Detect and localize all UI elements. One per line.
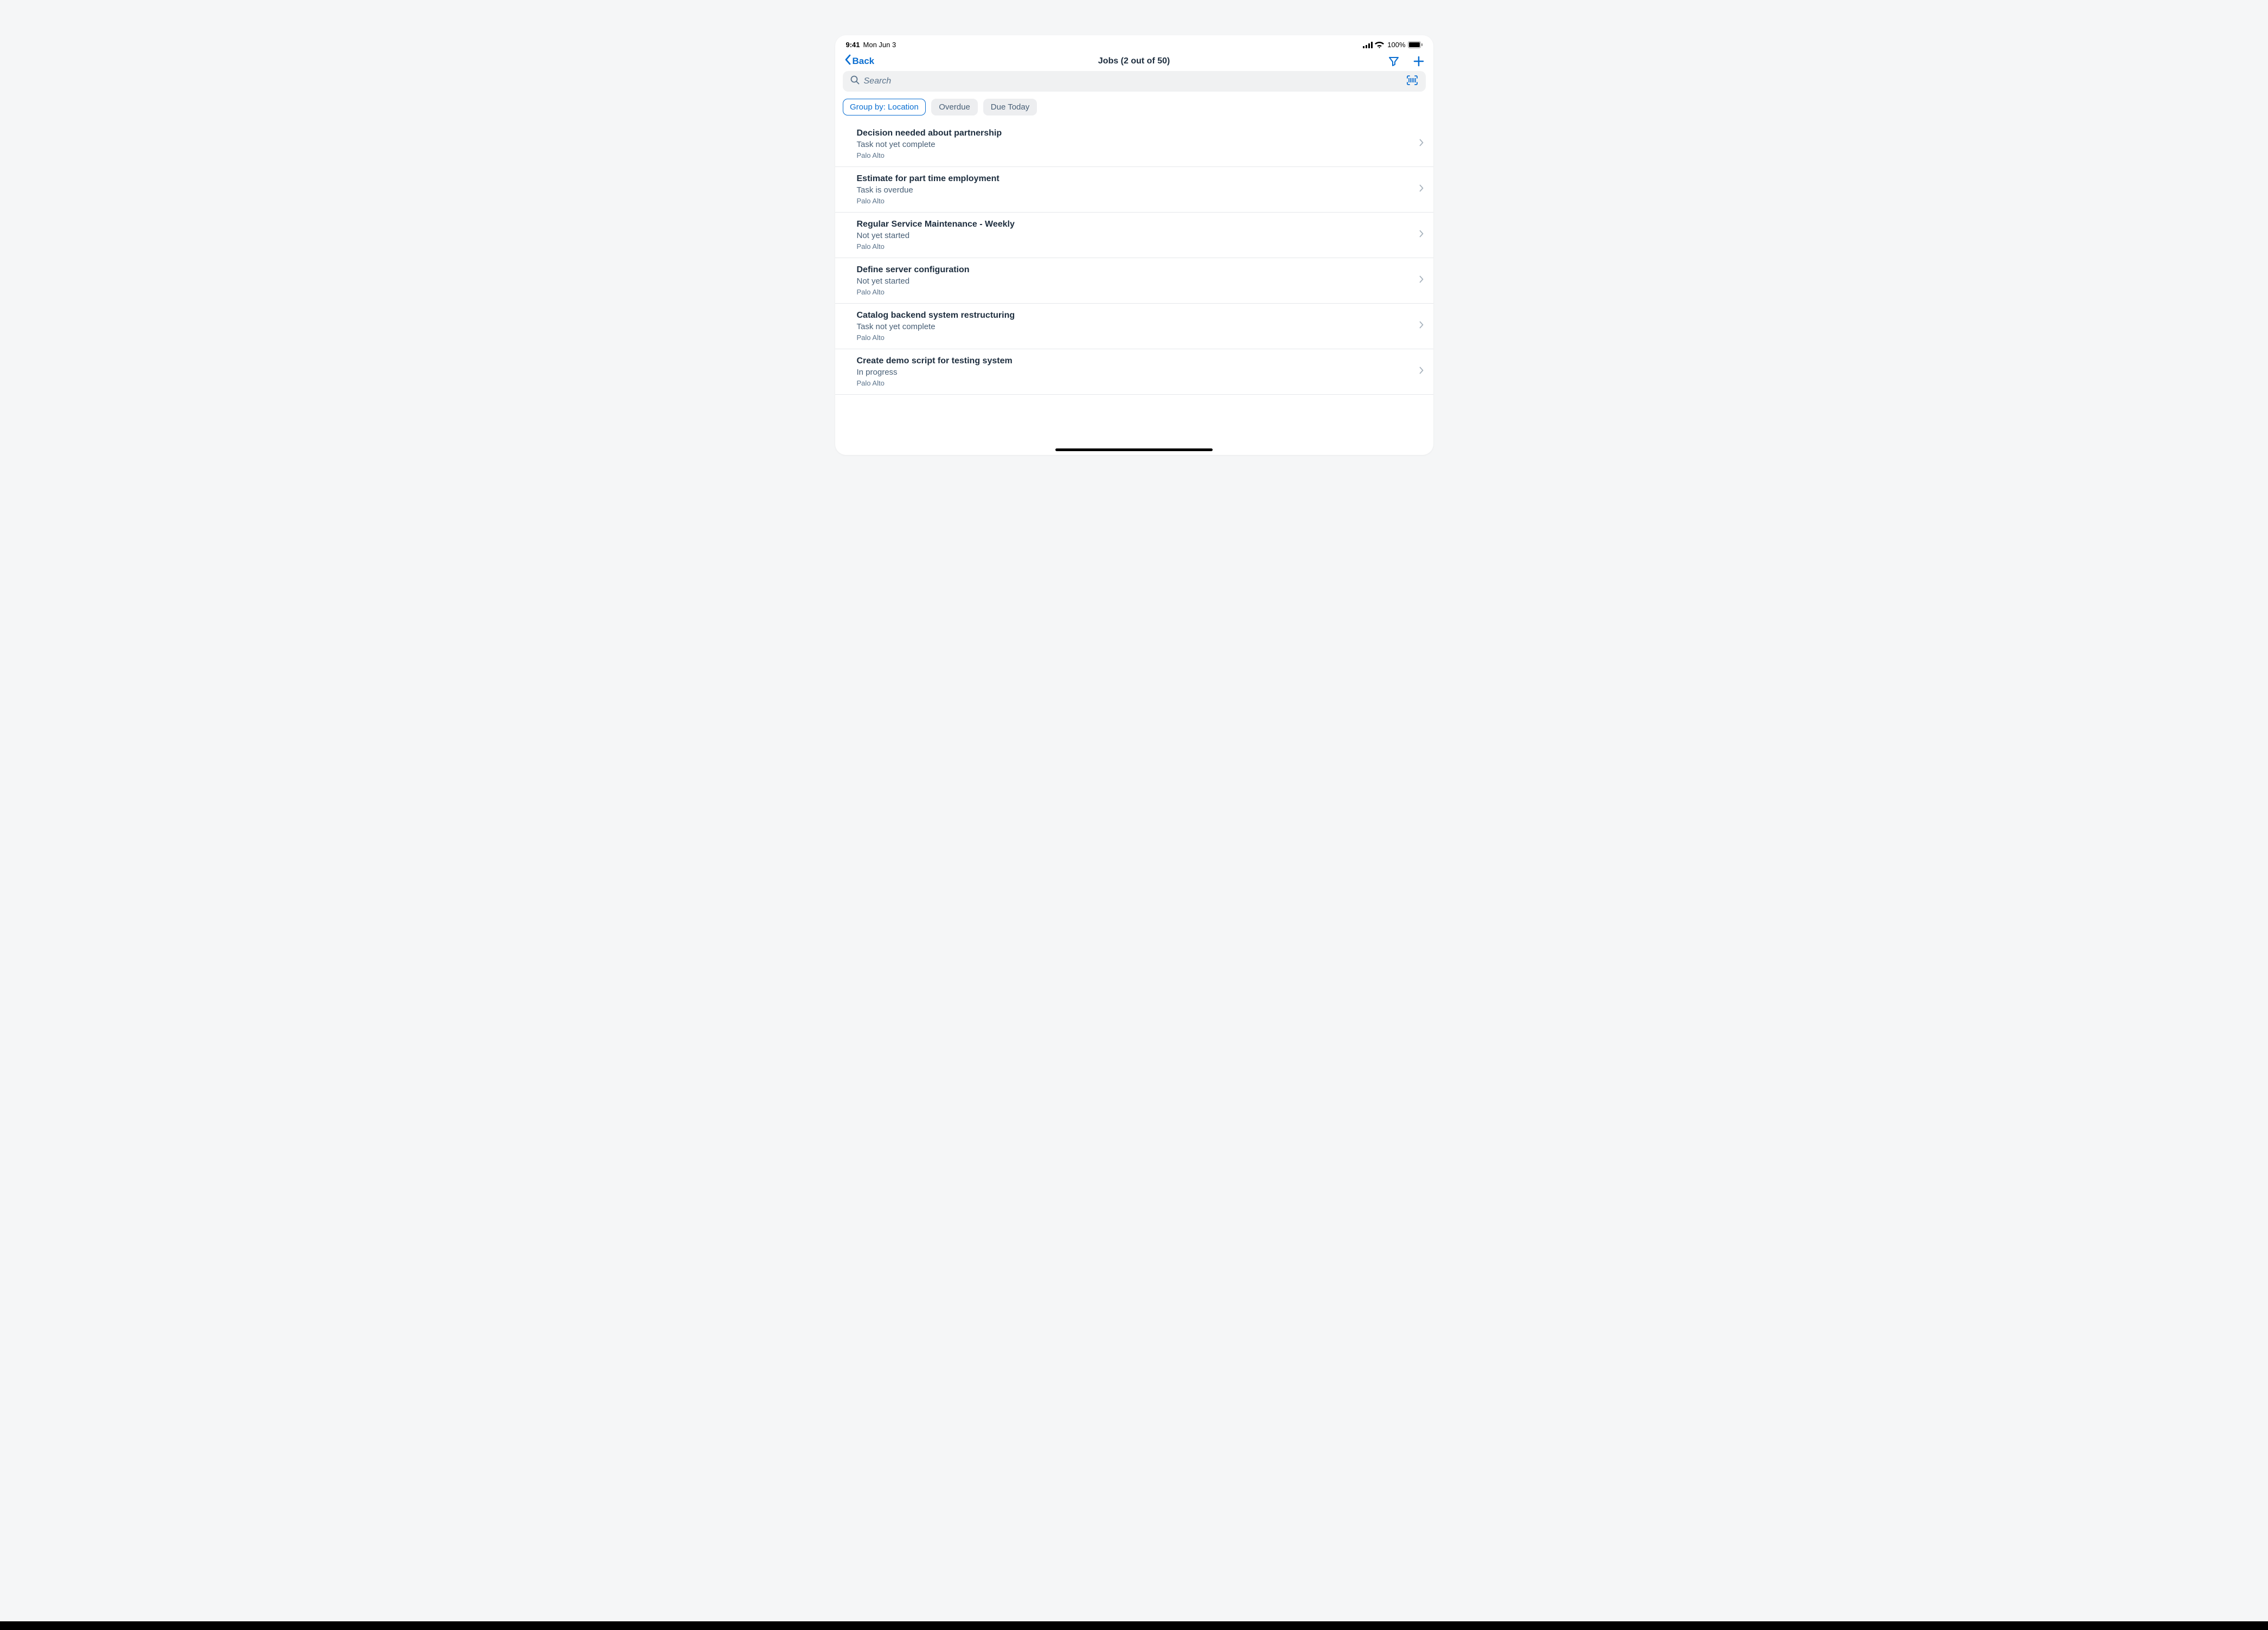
chevron-right-icon [1419, 321, 1424, 331]
chevron-left-icon [844, 54, 851, 68]
job-title: Create demo script for testing system [857, 356, 1013, 366]
list-item-content: Create demo script for testing system In… [857, 356, 1013, 387]
back-label: Back [853, 56, 875, 67]
barcode-scan-button[interactable] [1406, 75, 1418, 88]
list-item[interactable]: Define server configuration Not yet star… [835, 258, 1433, 304]
chip-group-by-location[interactable]: Group by: Location [843, 99, 926, 115]
job-location: Palo Alto [857, 379, 1013, 387]
chevron-right-icon [1419, 367, 1424, 377]
job-status: Task not yet complete [857, 322, 1015, 331]
list-item[interactable]: Catalog backend system restructuring Tas… [835, 304, 1433, 349]
battery-icon [1408, 41, 1423, 48]
job-location: Palo Alto [857, 151, 1002, 159]
device-frame: 9:41 Mon Jun 3 100% Back Jobs (2 out of … [835, 35, 1433, 455]
job-location: Palo Alto [857, 242, 1015, 251]
job-title: Define server configuration [857, 265, 970, 275]
status-bar-left: 9:41 Mon Jun 3 [846, 41, 896, 49]
home-indicator[interactable] [1055, 448, 1213, 451]
job-title: Regular Service Maintenance - Weekly [857, 220, 1015, 229]
job-status: Not yet started [857, 231, 1015, 240]
job-title: Catalog backend system restructuring [857, 311, 1015, 320]
list-item[interactable]: Create demo script for testing system In… [835, 349, 1433, 395]
chevron-right-icon [1419, 139, 1424, 149]
status-time: 9:41 [846, 41, 860, 49]
cellular-signal-icon [1363, 42, 1373, 48]
job-status: In progress [857, 368, 1013, 377]
nav-bar: Back Jobs (2 out of 50) [835, 52, 1433, 71]
job-title: Estimate for part time employment [857, 174, 1000, 184]
status-bar-right: 100% [1363, 41, 1422, 49]
add-button[interactable] [1413, 55, 1425, 67]
list-item-content: Regular Service Maintenance - Weekly Not… [857, 220, 1015, 251]
search-input[interactable] [864, 76, 1402, 86]
search-wrapper [835, 71, 1433, 92]
list-item-content: Estimate for part time employment Task i… [857, 174, 1000, 205]
job-title: Decision needed about partnership [857, 129, 1002, 138]
list-item-content: Define server configuration Not yet star… [857, 265, 970, 296]
list-item[interactable]: Estimate for part time employment Task i… [835, 167, 1433, 213]
barcode-icon [1406, 75, 1418, 86]
chevron-right-icon [1419, 184, 1424, 195]
filter-button[interactable] [1388, 55, 1400, 67]
search-icon [850, 75, 860, 87]
chevron-right-icon [1419, 230, 1424, 240]
job-location: Palo Alto [857, 197, 1000, 205]
job-status: Task is overdue [857, 185, 1000, 195]
status-bar: 9:41 Mon Jun 3 100% [835, 35, 1433, 52]
jobs-list: Decision needed about partnership Task n… [835, 120, 1433, 395]
back-button[interactable]: Back [844, 54, 920, 68]
plus-icon [1413, 56, 1424, 67]
list-item-content: Decision needed about partnership Task n… [857, 129, 1002, 159]
chip-due-today[interactable]: Due Today [983, 99, 1037, 115]
status-date: Mon Jun 3 [863, 41, 896, 49]
battery-percent: 100% [1387, 41, 1405, 49]
search-bar[interactable] [843, 71, 1426, 92]
filter-chips-row: Group by: Location Overdue Due Today [835, 92, 1433, 120]
filter-icon [1388, 56, 1399, 67]
wifi-icon [1375, 42, 1384, 48]
job-status: Task not yet complete [857, 140, 1002, 149]
list-item[interactable]: Regular Service Maintenance - Weekly Not… [835, 213, 1433, 258]
nav-right-actions [1349, 55, 1425, 67]
chevron-right-icon [1419, 275, 1424, 286]
job-location: Palo Alto [857, 288, 970, 296]
chip-overdue[interactable]: Overdue [931, 99, 978, 115]
list-item-content: Catalog backend system restructuring Tas… [857, 311, 1015, 342]
job-status: Not yet started [857, 277, 970, 286]
bottom-bar [0, 1621, 2268, 1630]
page-title: Jobs (2 out of 50) [920, 56, 1349, 66]
list-item[interactable]: Decision needed about partnership Task n… [835, 120, 1433, 167]
job-location: Palo Alto [857, 333, 1015, 342]
